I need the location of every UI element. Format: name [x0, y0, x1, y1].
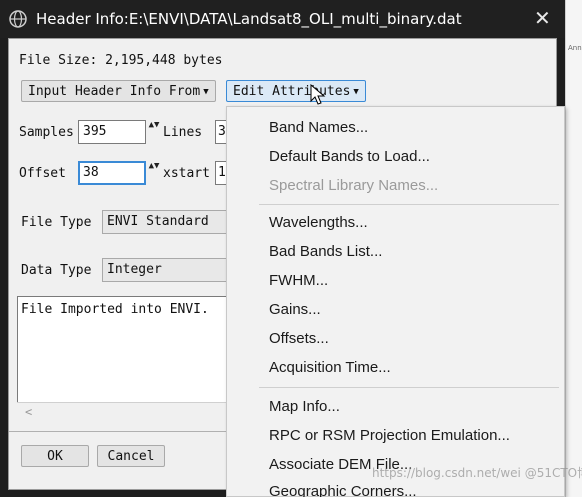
xstart-label: xstart — [163, 166, 210, 181]
offset-label: Offset — [19, 166, 66, 181]
horizontal-scrollbar[interactable]: < — [17, 402, 227, 422]
envi-globe-icon — [9, 10, 27, 28]
menu-item-bad-bands[interactable]: Bad Bands List... — [269, 243, 382, 260]
offset-spinner[interactable]: ▲▼ — [147, 161, 161, 185]
menu-item-acquisition-time[interactable]: Acquisition Time... — [269, 359, 391, 376]
chevron-down-icon: ▼ — [203, 87, 209, 97]
data-type-select[interactable]: Integer — [102, 258, 227, 282]
input-header-info-button[interactable]: Input Header Info From ▼ — [21, 80, 216, 102]
menu-item-band-names[interactable]: Band Names... — [269, 119, 368, 136]
file-type-label: File Type — [21, 215, 92, 230]
samples-input[interactable]: 395 — [78, 120, 146, 144]
menu-separator — [259, 387, 559, 388]
menu-item-rpc-rsm-projection[interactable]: RPC or RSM Projection Emulation... — [269, 427, 510, 444]
samples-spinner[interactable]: ▲▼ — [147, 120, 161, 144]
close-icon[interactable]: ✕ — [534, 8, 551, 28]
offset-input[interactable]: 38 — [78, 161, 146, 185]
menu-item-spectral-library-names: Spectral Library Names... — [269, 177, 439, 194]
edit-attributes-button[interactable]: Edit Attributes ▼ — [226, 80, 366, 102]
description-text: File Imported into ENVI. — [21, 302, 209, 317]
samples-label: Samples — [19, 125, 74, 140]
menu-item-geographic-corners[interactable]: Geographic Corners... — [269, 483, 417, 497]
menu-separator — [259, 204, 559, 205]
menu-item-offsets[interactable]: Offsets... — [269, 330, 329, 347]
menu-item-default-bands[interactable]: Default Bands to Load... — [269, 148, 430, 165]
background-partial-text: Ann — [568, 44, 582, 52]
lines-label: Lines — [163, 125, 203, 140]
cancel-button[interactable]: Cancel — [97, 445, 165, 467]
data-type-label: Data Type — [21, 263, 92, 278]
edit-attributes-label: Edit Attributes — [233, 84, 351, 99]
file-size-text: File Size: 2,195,448 bytes — [19, 53, 223, 68]
menu-item-gains[interactable]: Gains... — [269, 301, 321, 318]
menu-item-fwhm[interactable]: FWHM... — [269, 272, 328, 289]
ok-button[interactable]: OK — [21, 445, 89, 467]
title-bar: Header Info:E:\ENVI\DATA\Landsat8_OLI_mu… — [0, 0, 565, 38]
window-title: Header Info:E:\ENVI\DATA\Landsat8_OLI_mu… — [36, 10, 462, 28]
input-header-info-label: Input Header Info From — [28, 84, 201, 99]
edit-attributes-menu: Band Names... Default Bands to Load... S… — [226, 106, 565, 497]
menu-item-wavelengths[interactable]: Wavelengths... — [269, 214, 368, 231]
chevron-down-icon: ▼ — [353, 87, 359, 97]
mouse-pointer-icon — [310, 84, 326, 105]
file-type-select[interactable]: ENVI Standard — [102, 210, 227, 234]
watermark-text: https://blog.csdn.net/wei @51CTO博客 — [372, 466, 582, 480]
scroll-left-icon[interactable]: < — [25, 405, 32, 419]
menu-item-map-info[interactable]: Map Info... — [269, 398, 340, 415]
background-window-strip: Ann — [565, 0, 582, 497]
